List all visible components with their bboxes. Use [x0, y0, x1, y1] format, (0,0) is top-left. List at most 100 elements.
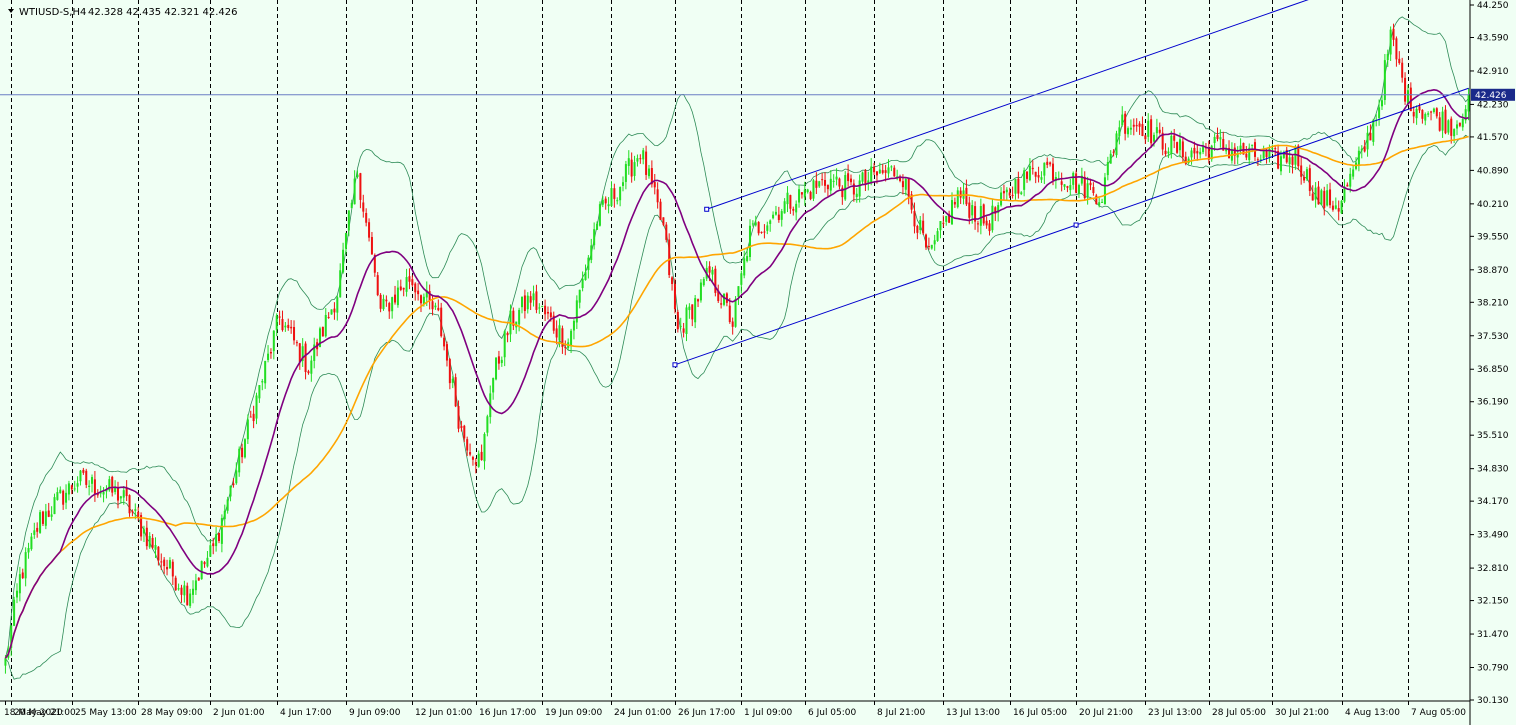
candle-body — [734, 298, 737, 327]
candle-body — [1326, 190, 1329, 206]
candle-body — [379, 294, 382, 309]
candle-body — [601, 199, 604, 205]
candle-body — [1049, 162, 1052, 165]
candle-body — [388, 302, 391, 312]
candle-body — [154, 544, 157, 550]
candle-body — [370, 237, 373, 255]
candle-body — [382, 298, 385, 310]
candle-body — [18, 574, 21, 594]
candle-body — [639, 158, 642, 160]
candle-body — [261, 381, 264, 383]
candle-body — [968, 202, 971, 218]
candle-body — [685, 307, 688, 334]
candle-body — [1305, 169, 1308, 180]
candle-body — [1467, 94, 1470, 112]
candle-body — [417, 290, 420, 295]
candle-body — [1083, 176, 1086, 199]
candle-body — [1072, 172, 1075, 185]
price-tick-label: 34.830 — [1477, 465, 1509, 475]
candle-body — [824, 179, 827, 186]
candle-body — [174, 577, 177, 591]
candle-body — [546, 311, 549, 314]
candle-body — [148, 535, 151, 548]
time-tick-label: 1 Jul 09:00 — [744, 708, 793, 718]
candle-body — [290, 326, 293, 329]
candle-body — [376, 275, 379, 296]
candle-body — [901, 181, 904, 188]
candle-body — [780, 211, 783, 220]
time-tick-label: 30 Jul 21:00 — [1275, 708, 1329, 718]
candle-body — [535, 291, 538, 310]
candle-body — [575, 300, 578, 323]
candle-body — [47, 510, 50, 517]
candle-body — [875, 171, 878, 176]
price-chart[interactable]: 42.426 44.250 43.590 42.910 42.230 41.570 40.8… — [0, 0, 1516, 725]
candle-body — [578, 289, 581, 303]
candle-body — [1020, 192, 1023, 195]
candle-body — [933, 240, 936, 245]
candle-body — [988, 223, 991, 232]
candle-body — [76, 483, 79, 487]
candle-body — [304, 343, 307, 373]
candle-body — [803, 189, 806, 198]
candle-body — [1069, 185, 1072, 191]
candle-body — [1294, 146, 1297, 165]
candle-body — [359, 173, 362, 200]
candle-body — [815, 180, 818, 188]
price-tick-label: 36.190 — [1477, 398, 1509, 408]
candle-body — [145, 527, 148, 547]
candle-body — [1135, 124, 1138, 127]
candle-body — [630, 159, 633, 177]
candle-body — [1398, 58, 1401, 64]
candle-body — [950, 200, 954, 225]
candle-body — [1066, 186, 1069, 188]
candle-body — [800, 192, 803, 195]
candle-body — [1369, 132, 1372, 141]
price-tick-label: 33.490 — [1477, 531, 1509, 541]
candle-body — [1002, 191, 1005, 194]
candle-body — [50, 514, 53, 517]
candle-body — [1170, 135, 1173, 155]
candle-body — [414, 283, 417, 293]
candle-body — [1430, 111, 1433, 113]
candle-body — [405, 277, 408, 292]
candle-body — [272, 330, 275, 352]
candle-body — [1450, 118, 1453, 136]
candle-body — [324, 314, 327, 337]
candle-body — [861, 172, 864, 182]
candle-body — [953, 201, 956, 205]
candle-body — [30, 536, 33, 550]
candle-body — [884, 170, 887, 173]
candle-body — [1389, 29, 1392, 55]
candle-body — [1147, 120, 1150, 137]
candle-body — [890, 166, 893, 168]
candle-body — [855, 193, 858, 197]
candle-body — [673, 283, 676, 310]
candle-body — [1300, 165, 1303, 177]
candle-body — [809, 191, 812, 200]
candle-body — [477, 453, 480, 467]
candle-body — [763, 231, 766, 233]
candle-body — [737, 286, 740, 297]
candle-body — [82, 469, 85, 473]
candle-body — [1005, 189, 1008, 193]
candle-body — [858, 180, 861, 197]
candle-body — [832, 180, 835, 182]
candle-body — [226, 499, 229, 511]
candle-body — [411, 279, 414, 286]
candle-body — [1031, 167, 1034, 170]
candle-body — [102, 491, 105, 495]
candle-body — [33, 530, 36, 535]
price-tick-label: 39.550 — [1477, 232, 1509, 242]
candle-body — [1314, 187, 1317, 200]
candle-body — [293, 326, 296, 341]
price-tick-label: 36.850 — [1477, 365, 1509, 375]
candle-body — [189, 593, 192, 606]
candle-body — [284, 325, 287, 328]
candle-body — [555, 328, 558, 338]
candle-body — [183, 585, 186, 596]
candle-body — [1343, 186, 1346, 202]
time-tick-label: 20 May 21:00 — [14, 708, 76, 718]
time-tick-label: 24 Jun 01:00 — [614, 708, 671, 718]
candle-body — [402, 287, 405, 290]
